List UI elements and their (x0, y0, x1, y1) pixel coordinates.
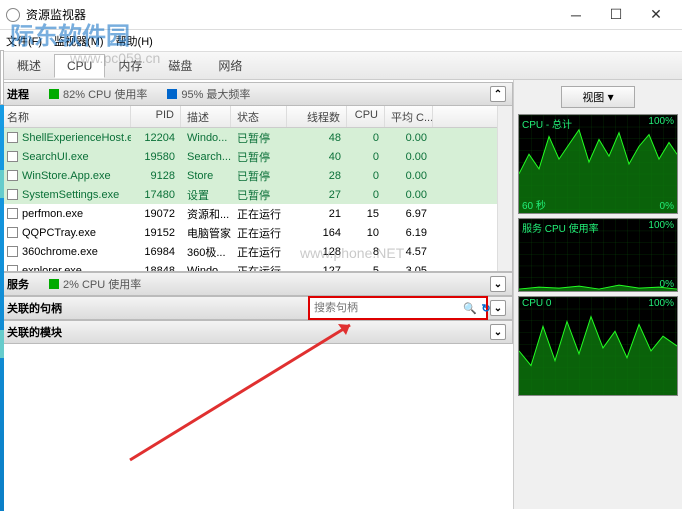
table-row[interactable]: perfmon.exe 19072资源和... 正在运行21 156.97 (1, 204, 497, 223)
chevron-up-icon[interactable]: ⌃ (490, 86, 506, 102)
process-table: 名称 PID 描述 状态 线程数 CPU 平均 C... ShellExperi… (0, 106, 513, 272)
close-button[interactable]: ✕ (636, 1, 676, 29)
table-row[interactable]: 360chrome.exe 16984360极... 正在运行128 84.57 (1, 242, 497, 261)
minimize-button[interactable]: ─ (556, 1, 596, 29)
modules-header[interactable]: 关联的模块 ⌄ (0, 320, 513, 344)
chart-0: CPU - 总计100% 60 秒0% (518, 114, 678, 214)
search-handles-box: 🔍 ↻ ⌄ (308, 296, 488, 320)
checkbox[interactable] (7, 151, 18, 162)
menu-help[interactable]: 帮助(H) (116, 33, 153, 49)
table-row[interactable]: QQPCTray.exe 19152电脑管家 正在运行164 106.19 (1, 223, 497, 242)
charts-panel: 视图 ▾ CPU - 总计100% 60 秒0% 服务 CPU 使用率100% … (514, 80, 682, 509)
checkbox[interactable] (7, 227, 18, 238)
col-avg[interactable]: 平均 C... (385, 106, 433, 127)
menu-monitor[interactable]: 监视器(M) (54, 33, 104, 49)
checkbox[interactable] (7, 170, 18, 181)
checkbox[interactable] (7, 189, 18, 200)
chart-2: CPU 0100% (518, 296, 678, 396)
checkbox[interactable] (7, 208, 18, 219)
col-cpu[interactable]: CPU (347, 106, 385, 127)
search-handles-input[interactable] (310, 300, 460, 316)
table-row[interactable]: SearchUI.exe 19580Search... 已暂停40 00.00 (1, 147, 497, 166)
table-row[interactable]: WinStore.App.exe 9128Store 已暂停28 00.00 (1, 166, 497, 185)
col-desc[interactable]: 描述 (181, 106, 231, 127)
table-row[interactable]: SystemSettings.exe 17480设置 已暂停27 00.00 (1, 185, 497, 204)
chevron-down-icon[interactable]: ⌄ (490, 324, 506, 340)
tab-overview[interactable]: 概述 (4, 52, 54, 79)
table-row[interactable]: ShellExperienceHost.exe 12204Windo... 已暂… (1, 128, 497, 147)
chevron-down-icon[interactable]: ⌄ (490, 276, 506, 292)
view-button[interactable]: 视图 ▾ (561, 86, 634, 108)
toolbar: 概述 CPU 内存 磁盘 网络 (0, 52, 682, 80)
processes-header[interactable]: 进程 82% CPU 使用率 95% 最大频率 ⌃ (0, 82, 513, 106)
handles-header[interactable]: 关联的句柄 🔍 ↻ ⌄ ⌄ (0, 296, 513, 320)
tab-disk[interactable]: 磁盘 (155, 52, 205, 79)
chevron-down-icon[interactable]: ⌄ (490, 300, 506, 316)
process-scrollbar[interactable] (497, 106, 512, 271)
tab-network[interactable]: 网络 (205, 52, 255, 79)
col-status[interactable]: 状态 (231, 106, 287, 127)
checkbox[interactable] (7, 265, 18, 272)
checkbox[interactable] (7, 246, 18, 257)
titlebar: 资源监视器 ─ ☐ ✕ (0, 0, 682, 30)
tab-memory[interactable]: 内存 (105, 52, 155, 79)
services-header[interactable]: 服务 2% CPU 使用率 ⌄ (0, 272, 513, 296)
menubar: 文件(F) 监视器(M) 帮助(H) (0, 30, 682, 52)
window-title: 资源监视器 (26, 6, 556, 23)
cpu-usage-icon (49, 279, 59, 289)
maximize-button[interactable]: ☐ (596, 1, 636, 29)
tab-cpu[interactable]: CPU (54, 54, 105, 78)
col-pid[interactable]: PID (131, 106, 181, 127)
col-threads[interactable]: 线程数 (287, 106, 347, 127)
checkbox[interactable] (7, 132, 18, 143)
table-row[interactable]: explorer.exe 18848Windo... 正在运行127 53.05 (1, 261, 497, 272)
search-icon[interactable]: 🔍 (463, 301, 477, 315)
max-freq-icon (167, 89, 177, 99)
menu-file[interactable]: 文件(F) (6, 33, 42, 49)
chart-1: 服务 CPU 使用率100% 0% (518, 218, 678, 292)
col-name[interactable]: 名称 (1, 106, 131, 127)
cpu-usage-icon (49, 89, 59, 99)
app-icon (6, 8, 20, 22)
